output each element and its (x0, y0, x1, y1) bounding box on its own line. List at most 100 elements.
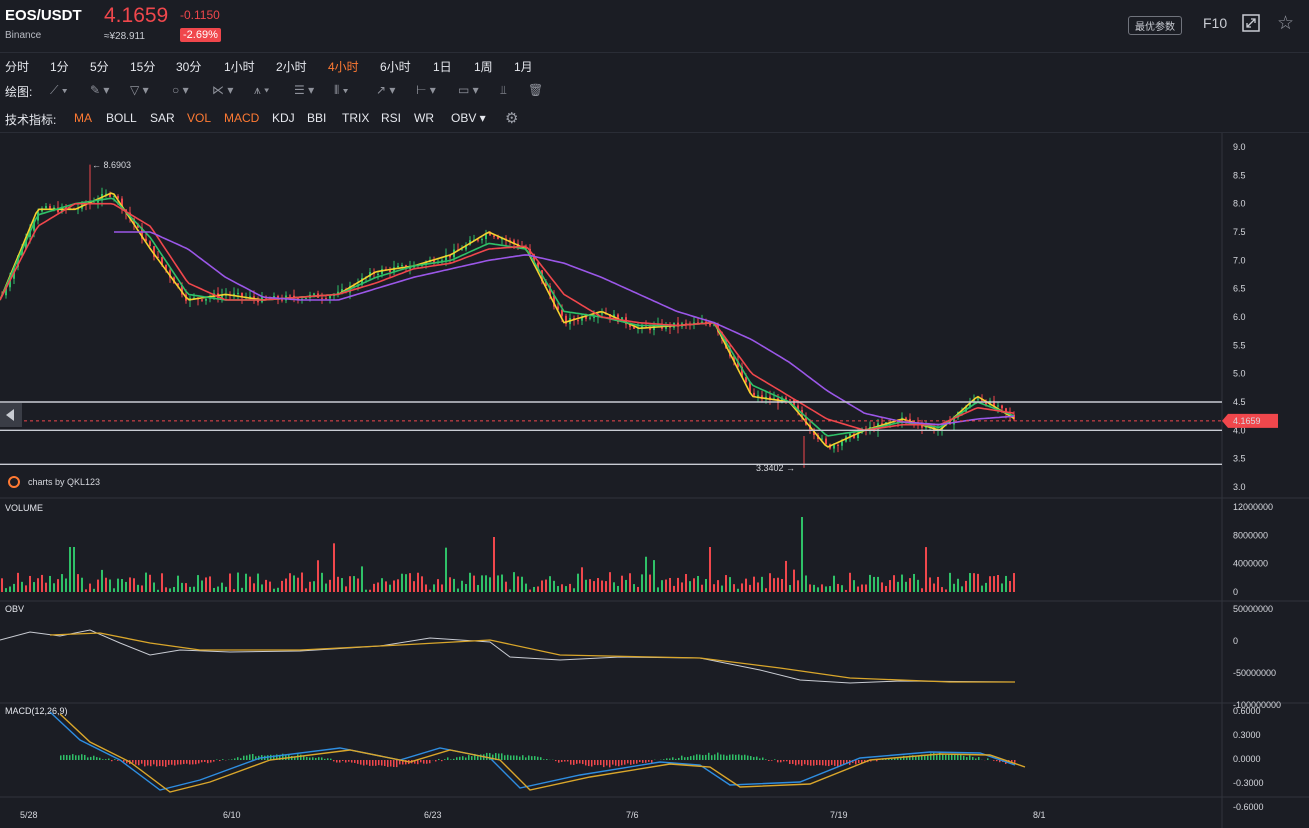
interval-0[interactable]: 分时 (5, 58, 29, 75)
volume-bar (481, 575, 483, 592)
candle-body (781, 397, 783, 404)
volume-bar (929, 577, 931, 592)
arrow-tool-icon[interactable]: ↗ ▾ (376, 83, 395, 97)
volume-bar (649, 574, 651, 592)
interval-9[interactable]: 1日 (433, 58, 452, 75)
macd-bar (756, 756, 758, 760)
macd-bar (582, 760, 584, 765)
volume-bar (289, 573, 291, 592)
indicator-wr[interactable]: WR (414, 111, 434, 125)
volume-bar (693, 578, 695, 592)
fullscreen-icon[interactable] (1242, 14, 1260, 32)
volume-bar (797, 580, 799, 592)
macd-bar (960, 755, 962, 760)
volume-bar (753, 576, 755, 592)
candle-body (665, 324, 667, 329)
macd-bar (363, 760, 365, 766)
interval-8[interactable]: 6小时 (380, 58, 411, 75)
indicator-kdj[interactable]: KDJ (272, 111, 295, 125)
channel-tool-icon[interactable]: ▽ ▾ (130, 83, 149, 97)
interval-6[interactable]: 2小时 (276, 58, 307, 75)
indicator-sar[interactable]: SAR (150, 111, 175, 125)
candle-body (277, 296, 279, 300)
candle-body (177, 283, 179, 286)
interval-4[interactable]: 30分 (176, 58, 201, 75)
f10-button[interactable]: F10 (1203, 15, 1227, 31)
candle-body (461, 249, 463, 251)
candle-body (17, 255, 19, 267)
candle-body (841, 441, 843, 446)
gear-icon[interactable]: ⚙ (505, 109, 518, 127)
indicator-obv[interactable]: OBV ▾ (451, 111, 486, 125)
macd-bar (528, 755, 530, 760)
macd-bar (327, 758, 329, 760)
interval-11[interactable]: 1月 (514, 58, 533, 75)
indicator-bbi[interactable]: BBI (307, 111, 326, 125)
interval-10[interactable]: 1周 (474, 58, 493, 75)
volume-bar (669, 577, 671, 592)
macd-bar (942, 753, 944, 760)
volume-bar (849, 572, 851, 592)
candle-body (537, 262, 539, 271)
macd-bar (423, 760, 425, 764)
candle-body (637, 327, 639, 329)
interval-1[interactable]: 1分 (50, 58, 69, 75)
macd-bar (819, 760, 821, 766)
candle-body (693, 322, 695, 325)
indicator-macd[interactable]: MACD (224, 111, 259, 125)
range-tool-icon[interactable]: ⊢ ▾ (416, 83, 436, 97)
interval-7[interactable]: 4小时 (328, 58, 359, 75)
volume-bar (677, 577, 679, 592)
macd-bar (495, 753, 497, 760)
gann-tool-icon[interactable]: ⦀ ▾ (334, 83, 348, 98)
candle-body (717, 324, 719, 333)
macd-bar (174, 760, 176, 766)
volume-bar (473, 575, 475, 592)
zigzag-tool-icon[interactable]: ⋉ ▾ (212, 83, 233, 97)
volume-bar (285, 578, 287, 592)
circle-tool-icon[interactable]: ○ ▾ (172, 83, 189, 97)
trash-icon[interactable]: 🗑 (528, 83, 543, 97)
candle-body (101, 194, 103, 201)
interval-5[interactable]: 1小时 (224, 58, 255, 75)
pen-tool-icon[interactable]: ✎ ▾ (90, 83, 109, 97)
volume-bar (49, 575, 51, 592)
volume-bar (789, 585, 791, 592)
candle-body (561, 309, 563, 316)
candle-body (109, 193, 111, 197)
indicator-vol[interactable]: VOL (187, 111, 211, 125)
indicator-rsi[interactable]: RSI (381, 111, 401, 125)
indicator-boll[interactable]: BOLL (106, 111, 137, 125)
macd-bar (897, 757, 899, 760)
candle-body (885, 422, 887, 424)
fib-tool-icon[interactable]: ☰ ▾ (294, 83, 314, 97)
macd-bar (525, 757, 527, 760)
candle-body (409, 267, 411, 269)
volume-bar (341, 578, 343, 592)
optimal-params-button[interactable]: 最优参数 (1128, 16, 1182, 35)
line-tool-icon[interactable]: ⟋ ▾ (50, 83, 68, 98)
volume-bar (937, 576, 939, 592)
pattern-tool-icon[interactable]: ⩚ ▾ (254, 83, 269, 98)
indicator-ma[interactable]: MA (74, 111, 92, 125)
volume-bar (221, 582, 223, 592)
macd-bar (945, 754, 947, 760)
measure-tool-icon[interactable]: ⫫ (500, 83, 507, 98)
macd-bar (255, 756, 257, 760)
macd-bar (162, 760, 164, 767)
drawing-label: 绘图: (5, 85, 33, 99)
volume-bar (921, 588, 923, 592)
macd-bar (324, 758, 326, 760)
star-icon[interactable]: ☆ (1277, 12, 1294, 35)
volume-bar (1005, 575, 1007, 592)
volume-bar (57, 579, 59, 592)
interval-2[interactable]: 5分 (90, 58, 109, 75)
price-tick: 3.0 (1233, 482, 1246, 492)
indicator-trix[interactable]: TRIX (342, 111, 369, 125)
note-tool-icon[interactable]: ▭ ▾ (458, 83, 479, 97)
macd-bar (171, 760, 173, 765)
volume-bar (137, 584, 139, 592)
volume-bar (661, 580, 663, 592)
volume-bar (529, 589, 531, 592)
interval-3[interactable]: 15分 (130, 58, 155, 75)
